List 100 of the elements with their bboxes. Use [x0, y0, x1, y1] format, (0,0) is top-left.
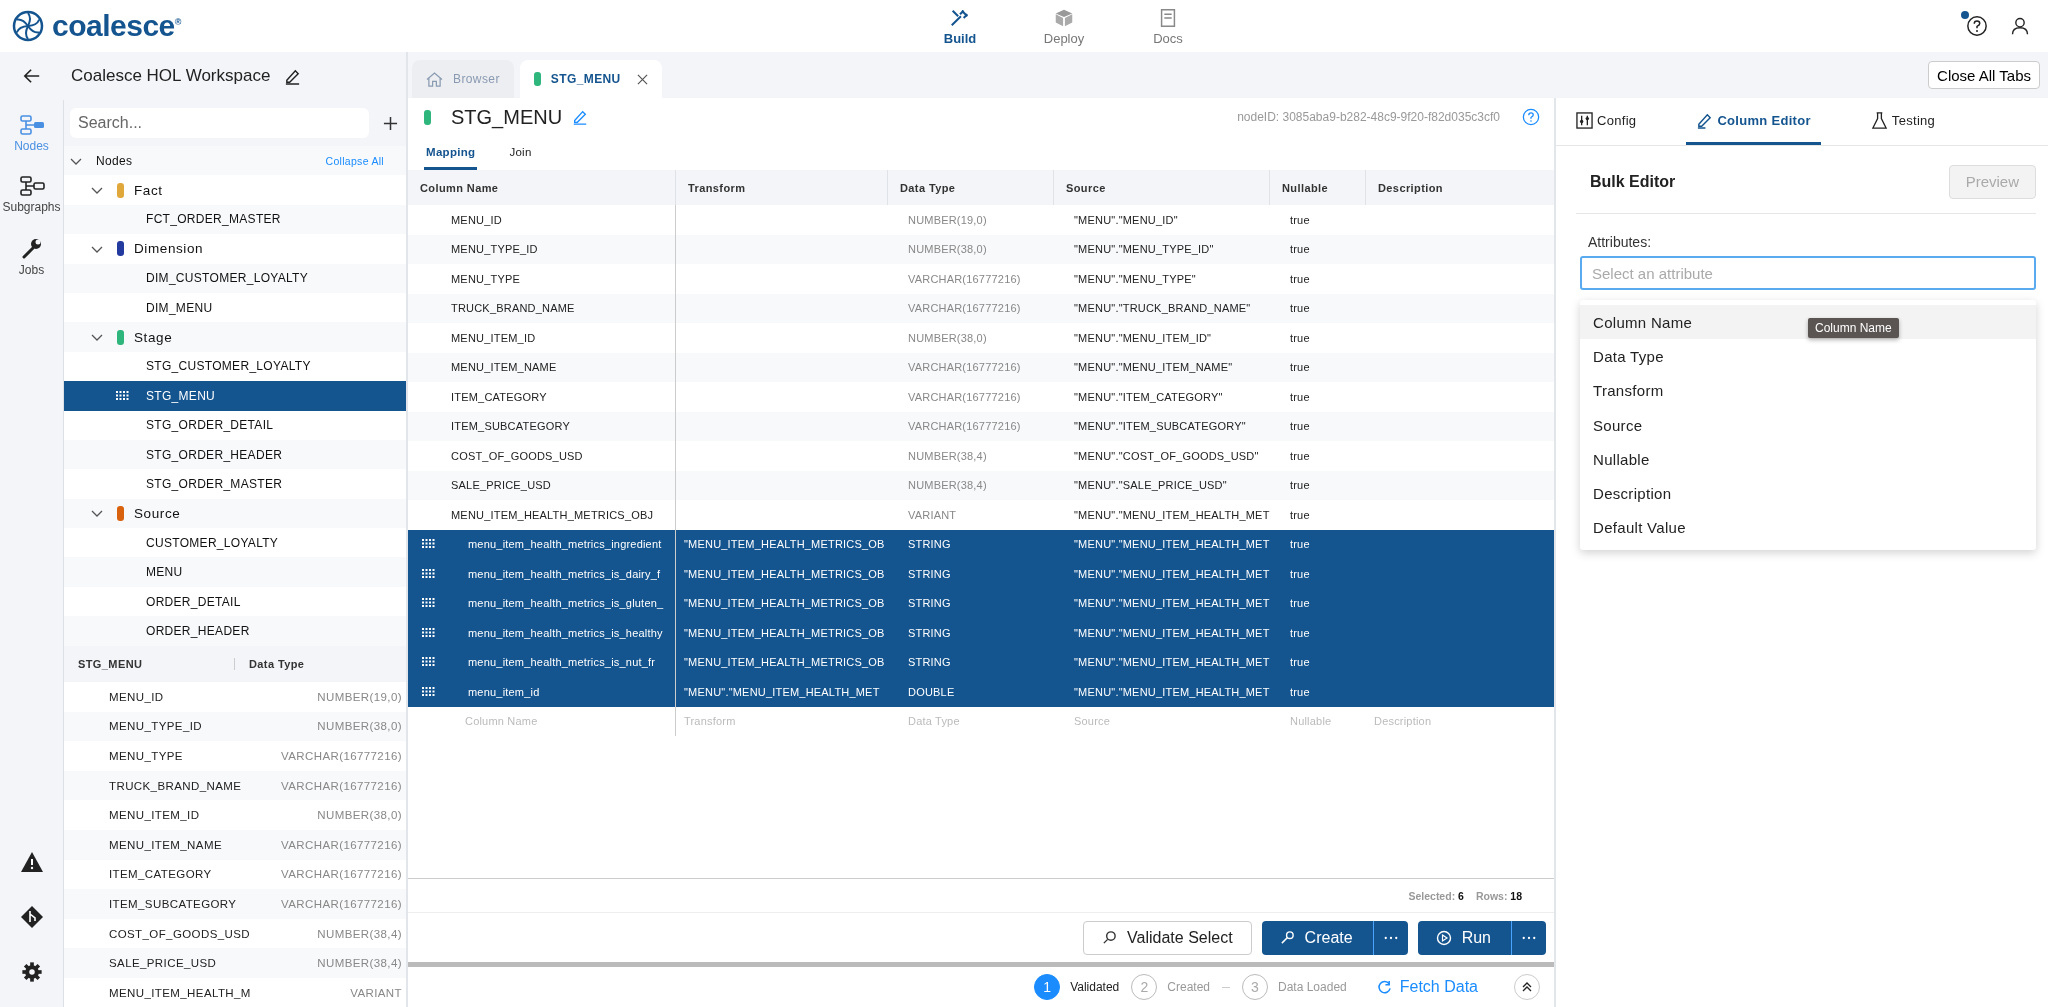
data-type: VARCHAR(16777216)	[281, 868, 402, 881]
tree-item[interactable]: DIM_CUSTOMER_LOYALTY	[64, 263, 406, 293]
editor-tab[interactable]: STG_MENU	[519, 60, 662, 98]
table-row[interactable]: ITEM_SUBCATEGORY VARCHAR(16777216) "MENU"."ITEM_SUBCATEGORY" true	[408, 411, 1554, 441]
panel-tab[interactable]: Column Editor	[1686, 98, 1821, 145]
column-header: Data Type	[248, 658, 305, 670]
dropdown-option[interactable]: Data Type	[1580, 339, 2036, 374]
tree-group[interactable]: Stage	[64, 322, 406, 352]
table-cell: VARIANT	[908, 508, 957, 521]
plus-icon[interactable]	[383, 115, 398, 131]
expand-button[interactable]	[1514, 974, 1540, 1000]
more-options-button[interactable]	[1512, 920, 1546, 955]
panel-tab[interactable]: Testing	[1860, 98, 1946, 145]
warning-icon[interactable]	[19, 851, 44, 873]
table-row[interactable]: TRUCK_BRAND_NAME VARCHAR(16777216) "MENU"."TRUCK_BRAND_NAME" true	[408, 293, 1554, 323]
drag-handle-icon[interactable]	[422, 657, 435, 668]
table-cell: STRING	[908, 538, 951, 551]
table-row[interactable]: menu_item_health_metrics_is_gluten_ "MENU_ITEM_HEALTH_METRICS_OB STRING "MENU"."MENU_ITEM_HEALTH_MET true	[408, 588, 1554, 618]
tree-item[interactable]: CUSTOMER_LOYALTY	[64, 528, 406, 558]
table-cell: "MENU"."MENU_ITEM_HEALTH_MET	[1074, 508, 1270, 521]
drag-handle-icon[interactable]	[422, 686, 435, 697]
column-name-cell: MENU_TYPE	[451, 272, 521, 285]
tree-item[interactable]: FCT_ORDER_MASTER	[64, 204, 406, 235]
table-cell: "MENU"."MENU_ITEM_HEALTH_MET	[1074, 597, 1270, 610]
column-name-cell: menu_item_health_metrics_is_healthy	[468, 626, 663, 639]
nav-tab[interactable]: Deploy	[1032, 6, 1096, 46]
table-cell: "MENU"."ITEM_SUBCATEGORY"	[1074, 420, 1246, 433]
table-row[interactable]: menu_item_id "MENU"."MENU_ITEM_HEALTH_MET DOUBLE "MENU"."MENU_ITEM_HEALTH_MET true	[408, 677, 1554, 707]
column-name-cell: TRUCK_BRAND_NAME	[451, 302, 575, 315]
table-cell: true	[1290, 597, 1310, 610]
table-cell: NUMBER(38,4)	[908, 479, 987, 492]
drag-handle-icon[interactable]	[116, 390, 129, 401]
table-cell: true	[1290, 390, 1310, 403]
data-type: VARCHAR(16777216)	[281, 897, 402, 910]
tree-item[interactable]: ORDER_HEADER	[64, 616, 406, 646]
step-label: Created	[1167, 980, 1210, 994]
user-icon[interactable]	[2010, 16, 2030, 36]
column-name-cell: ITEM_SUBCATEGORY	[451, 420, 570, 433]
tree-item[interactable]: STG_ORDER_DETAIL	[64, 410, 406, 440]
play-icon	[1435, 929, 1452, 946]
table-row[interactable]: menu_item_health_metrics_is_healthy "MENU_ITEM_HEALTH_METRICS_OB STRING "MENU"."MENU_ITEM_HEALTH_MET true	[408, 618, 1554, 648]
attributes-label: Attributes:	[1588, 234, 1653, 250]
tree-item[interactable]: STG_ORDER_MASTER	[64, 469, 406, 499]
rail-tab[interactable]: Subgraphs	[0, 169, 63, 220]
node-type-tag	[533, 72, 541, 86]
back-arrow-icon[interactable]	[22, 67, 41, 85]
nav-tab[interactable]: Docs	[1136, 6, 1200, 46]
table-row[interactable]: menu_item_health_metrics_is_dairy_f "MENU_ITEM_HEALTH_METRICS_OB STRING "MENU"."MENU_ITEM_HEALTH_MET true	[408, 559, 1554, 589]
table-cell: VARCHAR(16777216)	[908, 361, 1021, 374]
tree-group[interactable]: Fact	[64, 175, 406, 205]
table-cell: STRING	[908, 597, 951, 610]
tree-item[interactable]: STG_CUSTOMER_LOYALTY	[64, 351, 406, 382]
action-button[interactable]: Create	[1261, 920, 1374, 955]
pencil-icon[interactable]	[284, 67, 302, 85]
table-cell: "MENU"."MENU_ITEM_HEALTH_MET	[1074, 656, 1270, 669]
tree-item[interactable]: ORDER_DETAIL	[64, 586, 406, 617]
close-icon[interactable]	[636, 73, 648, 85]
tree-item[interactable]: STG_ORDER_HEADER	[64, 439, 406, 470]
table-cell: "MENU"."ITEM_CATEGORY"	[1074, 390, 1223, 403]
more-options-button[interactable]	[1373, 920, 1408, 955]
column-name-cell: menu_item_health_metrics_is_nut_fr	[468, 656, 656, 669]
table-row[interactable]: SALE_PRICE_USD NUMBER(38,4) "MENU"."SALE_PRICE_USD" true	[408, 470, 1554, 500]
column-name: MENU_ITEM_ID	[109, 809, 200, 822]
git-icon[interactable]	[19, 905, 44, 929]
tree-group[interactable]: Dimension	[64, 234, 406, 264]
rail-tab[interactable]: Jobs	[0, 230, 63, 283]
dropdown-option[interactable]: Transform	[1580, 373, 2036, 408]
validate-button[interactable]: Validate Select	[1083, 920, 1252, 955]
table-cell: "MENU"."COST_OF_GOODS_USD"	[1074, 449, 1259, 462]
tree-item[interactable]: DIM_MENU	[64, 292, 406, 323]
tree-group[interactable]: Source	[64, 498, 406, 529]
nav-tab[interactable]: Build	[928, 6, 992, 46]
drag-handle-icon[interactable]	[422, 598, 435, 609]
table-row[interactable]: MENU_TYPE_ID NUMBER(38,0) "MENU"."MENU_TYPE_ID" true	[408, 234, 1554, 264]
column-name: MENU_TYPE_ID	[109, 720, 202, 733]
dropdown-option[interactable]: Source	[1580, 407, 2036, 443]
drag-handle-icon[interactable]	[422, 539, 435, 550]
help-icon[interactable]	[1966, 15, 1988, 37]
dropdown-option[interactable]: Nullable	[1580, 442, 2036, 477]
table-row[interactable]: MENU_ITEM_NAME VARCHAR(16777216) "MENU"."MENU_ITEM_NAME" true	[408, 352, 1554, 382]
settings-icon[interactable]	[20, 961, 43, 983]
column-name: SALE_PRICE_USD	[109, 957, 217, 970]
drag-handle-icon[interactable]	[422, 627, 435, 638]
panel-tab[interactable]: Config	[1566, 98, 1647, 145]
search-field[interactable]: Search...	[70, 108, 369, 138]
tree-item[interactable]: STG_MENU	[64, 381, 406, 411]
mapping-tab[interactable]: Join	[507, 136, 534, 170]
dropdown-option[interactable]: Description	[1580, 476, 2036, 511]
column-name: MENU_TYPE	[109, 750, 183, 762]
attribute-select-field[interactable]: Select an attribute	[1580, 256, 2036, 290]
table-row[interactable]: menu_item_health_metrics_is_nut_fr "MENU_ITEM_HEALTH_METRICS_OB STRING "MENU"."MENU_ITEM_HEALTH_MET true	[408, 647, 1554, 677]
table-row[interactable]: menu_item_health_metrics_ingredient "MENU_ITEM_HEALTH_METRICS_OB STRING "MENU"."MENU_ITEM_HEALTH_MET true	[408, 529, 1554, 559]
table-cell: "MENU"."MENU_ITEM_HEALTH_MET	[1074, 685, 1270, 698]
drag-handle-icon[interactable]	[422, 568, 435, 579]
dropdown-option[interactable]: Default Value	[1580, 510, 2036, 546]
close-all-tabs-button[interactable]: Close All Tabs	[1928, 61, 2040, 89]
action-button[interactable]: Run	[1417, 920, 1512, 955]
tree-root[interactable]: Nodes Collapse All	[64, 146, 406, 176]
step-label: Validated	[1070, 980, 1120, 994]
tree-item[interactable]: MENU	[64, 557, 406, 587]
